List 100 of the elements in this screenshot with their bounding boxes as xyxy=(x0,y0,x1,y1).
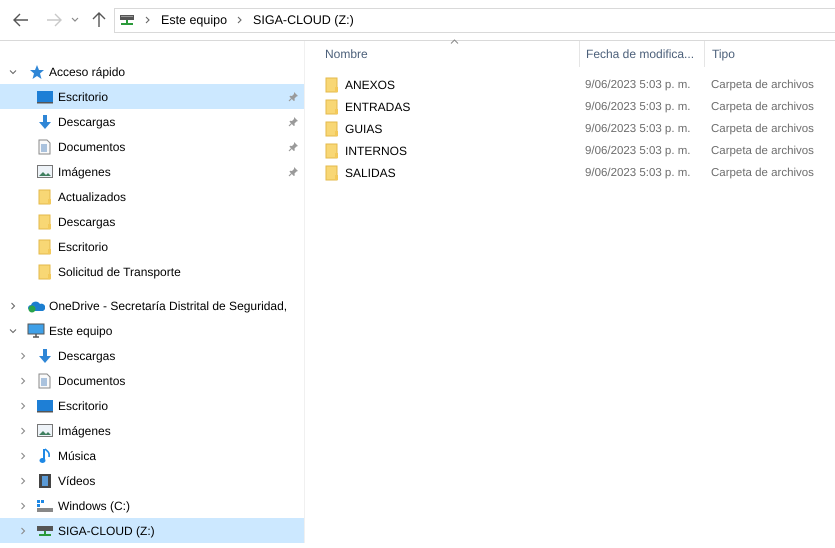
document-icon xyxy=(38,138,51,154)
tree-label: Actualizados xyxy=(58,190,126,204)
tree-label: Escritorio xyxy=(58,240,108,254)
file-name[interactable]: GUIAS xyxy=(345,122,382,136)
folder-icon xyxy=(38,214,52,230)
network-drive-icon xyxy=(119,14,135,26)
breadcrumb[interactable]: SIGA-CLOUD (Z:) xyxy=(253,13,354,27)
monitor-icon xyxy=(36,398,54,412)
pin-icon[interactable] xyxy=(288,166,299,177)
chevron-down-icon[interactable] xyxy=(9,326,17,334)
back-arrow-icon[interactable] xyxy=(13,13,29,27)
tree-item[interactable]: Escritorio xyxy=(0,393,304,418)
modified-date: 9/06/2023 5:03 p. m. xyxy=(584,145,692,157)
chevron-right-icon xyxy=(237,16,244,24)
tree-label: Escritorio xyxy=(58,90,108,104)
tree-item[interactable]: Este equipo xyxy=(0,318,304,343)
tree-label: Windows (C:) xyxy=(58,498,130,512)
breadcrumb[interactable]: Este equipo xyxy=(161,13,228,27)
down-arrow-icon xyxy=(36,348,52,364)
file-type: Carpeta de archivos xyxy=(710,79,814,91)
column-header[interactable]: Fecha de modifica... xyxy=(579,41,705,67)
folder-icon xyxy=(38,238,52,254)
tree-item[interactable]: OneDrive - Secretaría Distrital de Seguridad, xyxy=(0,293,304,318)
file-name[interactable]: ENTRADAS xyxy=(345,100,410,114)
folder-icon xyxy=(325,165,339,181)
modified-date: 9/06/2023 5:03 p. m. xyxy=(584,79,692,91)
tree-label: Acceso rápido xyxy=(49,64,126,78)
music-note-icon xyxy=(38,448,50,464)
chevron-right-icon[interactable] xyxy=(19,502,27,510)
network-drive-icon xyxy=(36,524,54,538)
tree-label: Descargas xyxy=(58,114,116,128)
address-bar[interactable]: Este equipo SIGA-CLOUD (Z:) xyxy=(114,8,835,32)
pin-icon[interactable] xyxy=(288,116,299,127)
tree-label: Imágenes xyxy=(58,424,111,438)
chevron-right-icon[interactable] xyxy=(19,426,27,434)
tree-label: OneDrive - Secretaría Distrital de Seguridad, xyxy=(49,298,288,312)
tree-label: Escritorio xyxy=(58,398,108,412)
tree-label: Descargas xyxy=(58,348,116,362)
tree-label: Documentos xyxy=(58,374,126,388)
tree-item[interactable]: Imágenes xyxy=(0,418,304,443)
folder-icon xyxy=(325,77,339,93)
file-type: Carpeta de archivos xyxy=(710,123,814,135)
chevron-down-icon[interactable] xyxy=(9,68,17,76)
tree-item[interactable]: Acceso rápido xyxy=(0,59,304,84)
monitor-icon xyxy=(36,90,54,104)
tree-item[interactable]: Solicitud de Transporte xyxy=(0,259,304,284)
tree-label: Vídeos xyxy=(58,474,96,488)
tree-item[interactable]: Windows (C:) xyxy=(0,493,304,518)
tree-item[interactable]: Descargas xyxy=(0,343,304,368)
file-type: Carpeta de archivos xyxy=(710,167,814,179)
column-header[interactable]: Tipo xyxy=(705,47,735,61)
column-header[interactable]: Nombre xyxy=(305,47,579,61)
tree-item[interactable]: SIGA-CLOUD (Z:) xyxy=(0,518,304,543)
folder-icon xyxy=(325,143,339,159)
file-name[interactable]: ANEXOS xyxy=(345,78,396,92)
tree-item[interactable]: Actualizados xyxy=(0,184,304,209)
tree-item[interactable]: Escritorio xyxy=(0,84,304,109)
tree-label: Imágenes xyxy=(58,164,111,178)
chevron-right-icon[interactable] xyxy=(19,376,27,384)
up-arrow-icon[interactable] xyxy=(92,12,106,28)
computer-icon xyxy=(26,323,44,338)
sort-caret-icon xyxy=(450,39,459,44)
tree-label: Este equipo xyxy=(49,324,112,338)
tree-item[interactable]: Documentos xyxy=(0,134,304,159)
tree-item[interactable]: Documentos xyxy=(0,368,304,393)
file-type: Carpeta de archivos xyxy=(710,145,814,157)
tree-label: Música xyxy=(58,448,96,462)
drive-icon xyxy=(36,498,54,512)
chevron-right-icon[interactable] xyxy=(19,452,27,460)
pin-icon[interactable] xyxy=(288,91,299,102)
file-name[interactable]: INTERNOS xyxy=(345,144,408,158)
file-type: Carpeta de archivos xyxy=(710,101,814,113)
tree-item[interactable]: Vídeos xyxy=(0,468,304,493)
folder-icon xyxy=(38,264,52,280)
chevron-right-icon xyxy=(145,16,151,24)
tree-item[interactable]: Descargas xyxy=(0,109,304,134)
tree-item[interactable]: Descargas xyxy=(0,209,304,234)
tree-label: Solicitud de Transporte xyxy=(58,264,181,278)
down-arrow-icon xyxy=(36,114,52,130)
tree-item[interactable]: Música xyxy=(0,443,304,468)
modified-date: 9/06/2023 5:03 p. m. xyxy=(584,101,692,113)
document-icon xyxy=(38,372,51,388)
folder-icon xyxy=(325,121,339,137)
tree-item[interactable]: Escritorio xyxy=(0,234,304,259)
chevron-right-icon[interactable] xyxy=(19,476,27,484)
chevron-right-icon[interactable] xyxy=(19,526,27,534)
folder-icon xyxy=(325,99,339,115)
modified-date: 9/06/2023 5:03 p. m. xyxy=(584,167,692,179)
picture-icon xyxy=(36,165,52,178)
film-icon xyxy=(38,472,52,488)
tree-item[interactable]: Imágenes xyxy=(0,159,304,184)
modified-date: 9/06/2023 5:03 p. m. xyxy=(584,123,692,135)
chevron-right-icon[interactable] xyxy=(9,302,17,310)
file-name[interactable]: SALIDAS xyxy=(345,166,396,180)
pin-icon[interactable] xyxy=(288,141,299,152)
chevron-right-icon[interactable] xyxy=(19,402,27,410)
picture-icon xyxy=(36,424,52,437)
chevron-right-icon[interactable] xyxy=(19,352,27,360)
folder-icon xyxy=(38,188,52,204)
chevron-down-icon[interactable] xyxy=(71,17,79,23)
